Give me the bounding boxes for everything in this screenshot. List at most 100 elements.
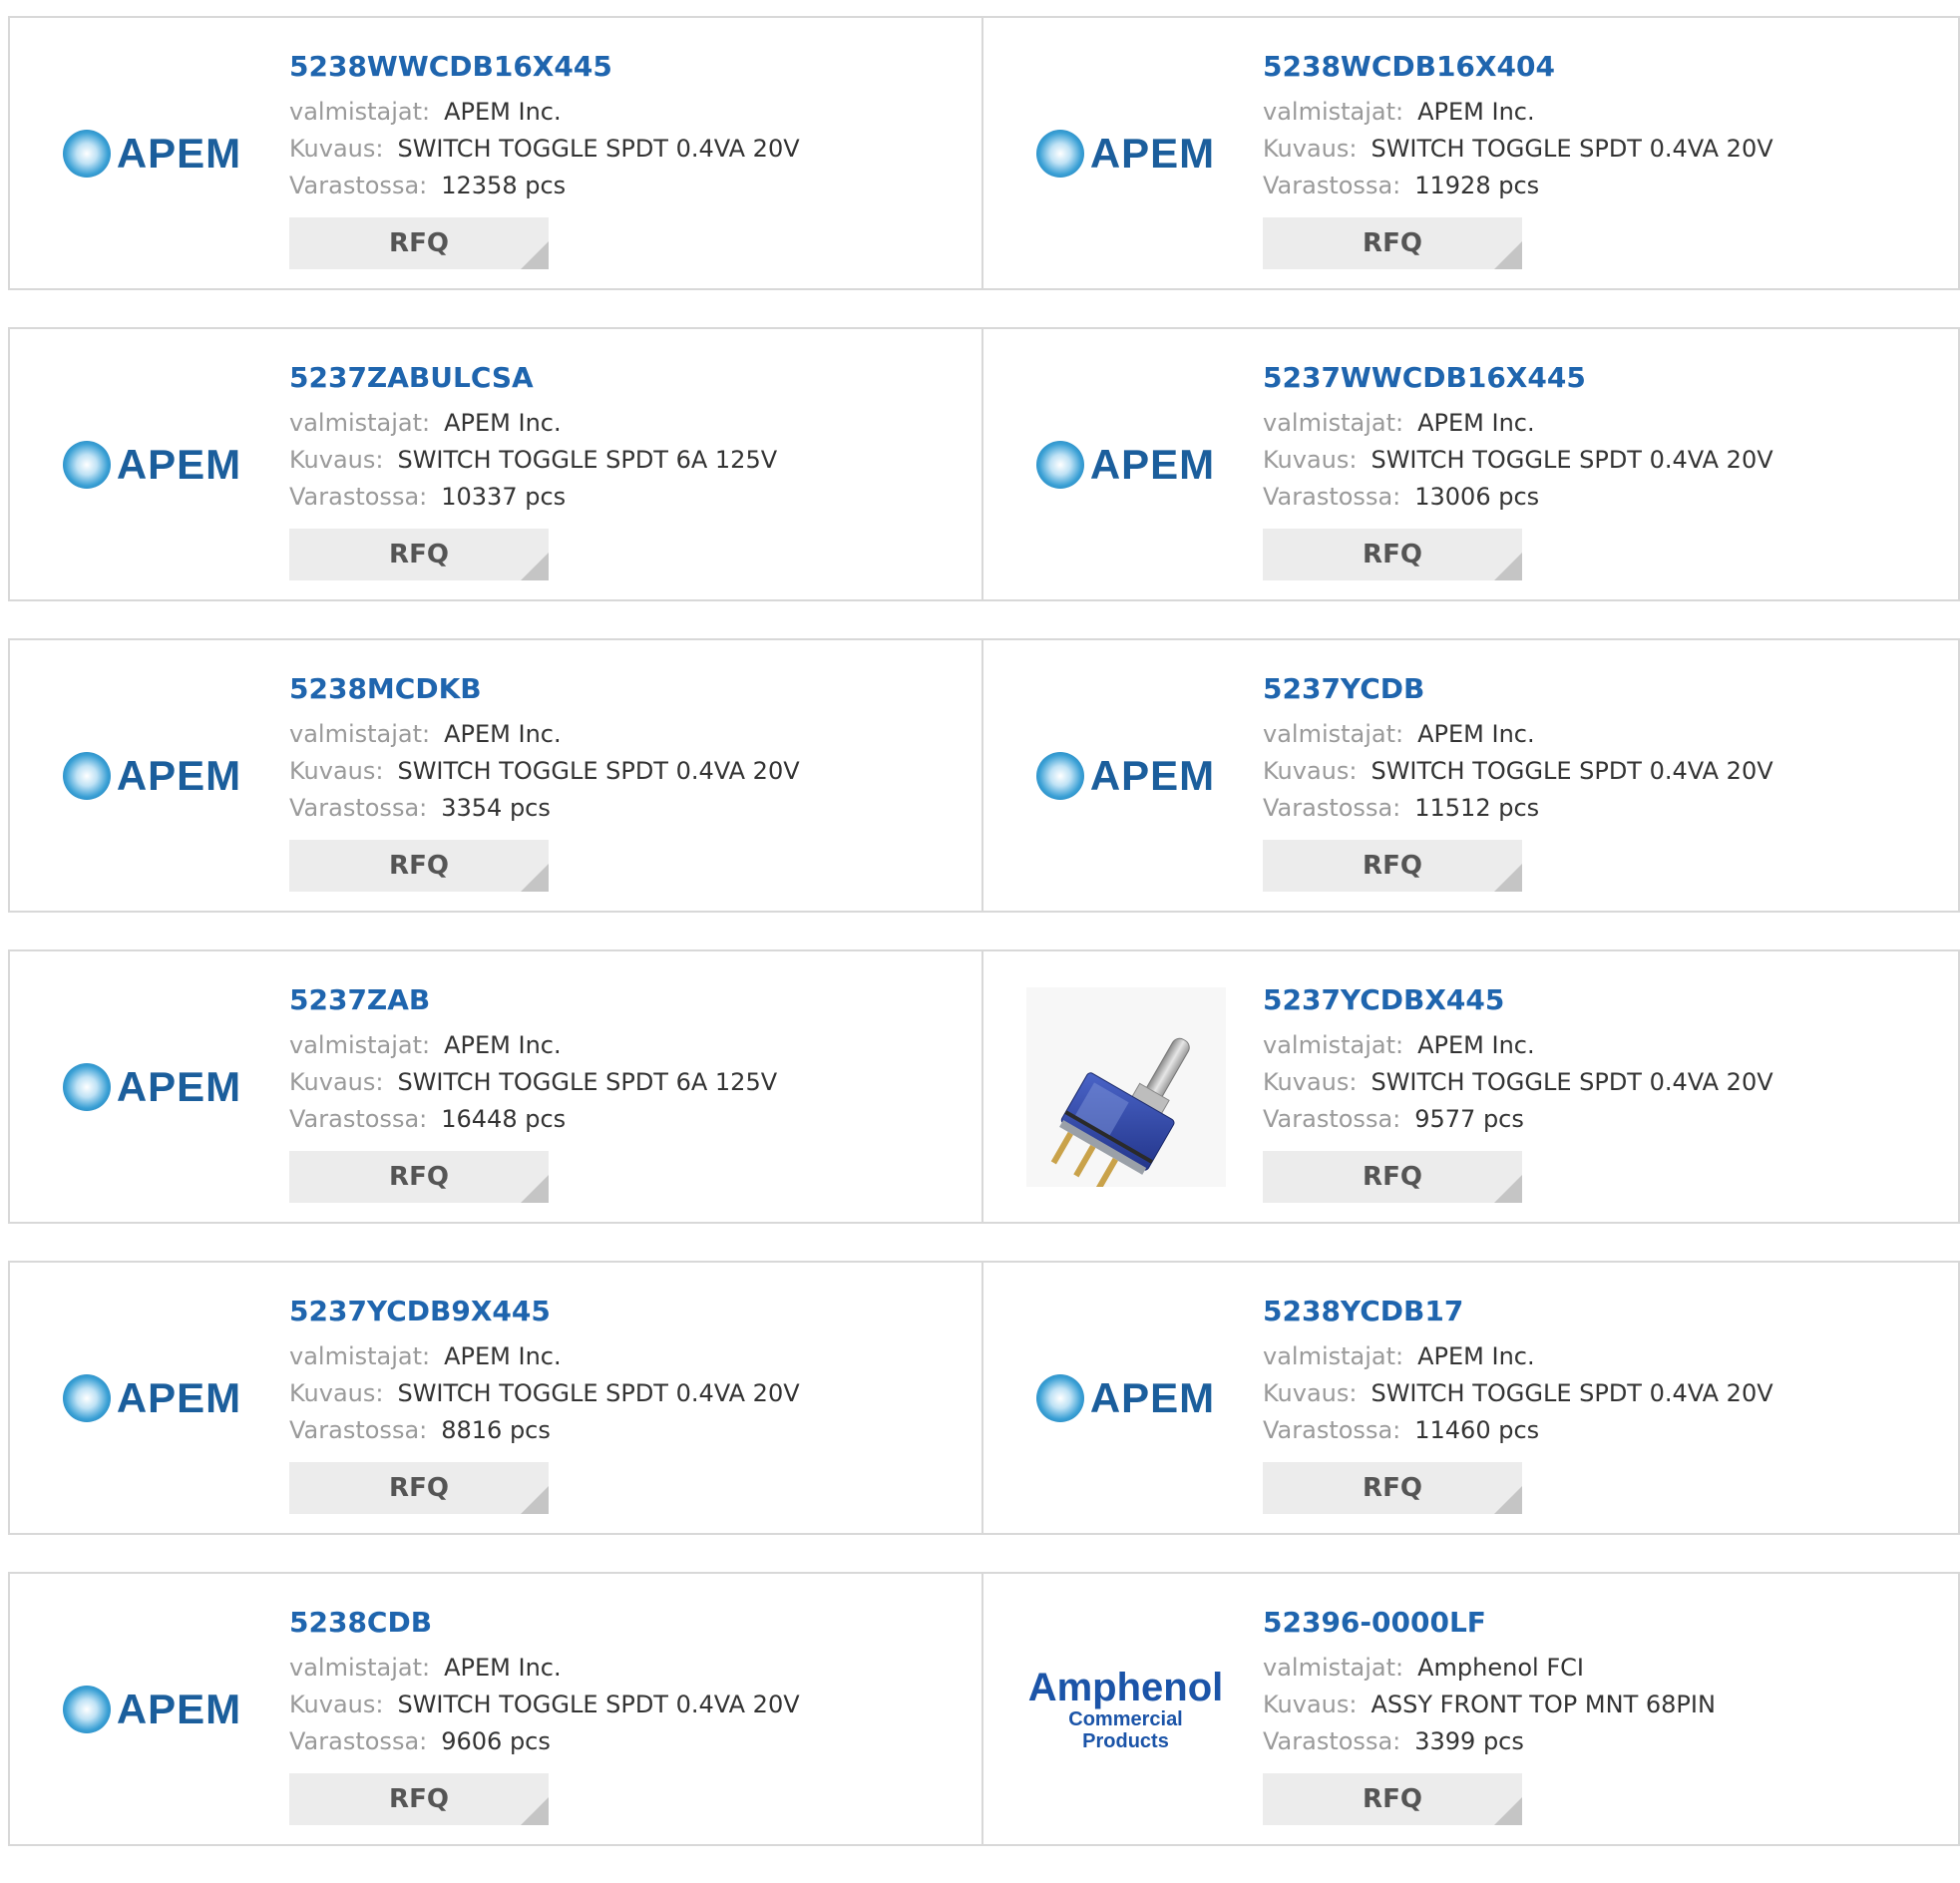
manufacturer-value: APEM Inc. — [444, 1031, 562, 1059]
stock-line: Varastossa: 9606 pcs — [289, 1727, 551, 1755]
description-value: SWITCH TOGGLE SPDT 0.4VA 20V — [1371, 446, 1773, 474]
part-number-link[interactable]: 5237YCDBX445 — [1263, 983, 1504, 1017]
product-card: APEM 5237ZAB valmistajat: APEM Inc. Kuvau… — [8, 949, 983, 1224]
description-line: Kuvaus: SWITCH TOGGLE SPDT 0.4VA 20V — [289, 757, 800, 785]
corner-triangle-icon — [521, 864, 549, 892]
manufacturer-value: APEM Inc. — [444, 1654, 562, 1682]
manufacturer-logo: APEM — [50, 640, 254, 911]
stock-value: 3399 pcs — [1414, 1727, 1524, 1755]
product-info: 5238MCDKB valmistajat: APEM Inc. Kuvaus: S… — [289, 672, 800, 827]
description-line: Kuvaus: SWITCH TOGGLE SPDT 0.4VA 20V — [289, 135, 800, 163]
product-card: APEM 5237ZABULCSA valmistajat: APEM Inc. … — [8, 327, 983, 601]
product-info: 5237YCDB9X445 valmistajat: APEM Inc. Kuva… — [289, 1295, 800, 1449]
manufacturer-line: valmistajat: APEM Inc. — [289, 409, 562, 437]
part-number-link[interactable]: 5238WCDB16X404 — [1263, 50, 1555, 84]
manufacturer-line: valmistajat: APEM Inc. — [289, 1031, 562, 1059]
part-number-link[interactable]: 5237YCDB9X445 — [289, 1295, 551, 1328]
description-line: Kuvaus: SWITCH TOGGLE SPDT 0.4VA 20V — [1263, 757, 1773, 785]
rfq-button[interactable]: RFQ — [1263, 840, 1522, 892]
product-info: 5237ZABULCSA valmistajat: APEM Inc. Kuvau… — [289, 361, 777, 516]
corner-triangle-icon — [521, 1486, 549, 1514]
corner-triangle-icon — [521, 1175, 549, 1203]
product-card: 5237YCDBX445 valmistajat: APEM Inc. Kuvau… — [983, 949, 1960, 1224]
rfq-button[interactable]: RFQ — [1263, 1151, 1522, 1203]
product-grid: APEM 5238WWCDB16X445 valmistajat: APEM In… — [8, 16, 1960, 1883]
manufacturer-value: APEM Inc. — [1417, 409, 1535, 437]
description-line: Kuvaus: ASSY FRONT TOP MNT 68PIN — [1263, 1691, 1716, 1718]
apem-logo-icon: APEM — [62, 440, 241, 489]
rfq-button[interactable]: RFQ — [289, 529, 549, 580]
apem-logo-icon: APEM — [62, 1062, 241, 1111]
description-line: Kuvaus: SWITCH TOGGLE SPDT 0.4VA 20V — [1263, 135, 1773, 163]
description-value: SWITCH TOGGLE SPDT 0.4VA 20V — [1371, 1068, 1773, 1096]
description-value: SWITCH TOGGLE SPDT 0.4VA 20V — [397, 1691, 800, 1718]
product-card: APEM 5237YCDB valmistajat: APEM Inc. Kuva… — [983, 638, 1960, 913]
part-number-link[interactable]: 5238MCDKB — [289, 672, 482, 706]
product-card: APEM 5238MCDKB valmistajat: APEM Inc. Kuv… — [8, 638, 983, 913]
rfq-button[interactable]: RFQ — [1263, 1462, 1522, 1514]
description-value: SWITCH TOGGLE SPDT 0.4VA 20V — [397, 1379, 800, 1407]
stock-line: Varastossa: 12358 pcs — [289, 172, 567, 199]
stock-value: 10337 pcs — [441, 483, 567, 511]
product-info: 5237WWCDB16X445 valmistajat: APEM Inc. Ku… — [1263, 361, 1773, 516]
rfq-button[interactable]: RFQ — [289, 1151, 549, 1203]
manufacturer-line: valmistajat: APEM Inc. — [1263, 98, 1535, 126]
rfq-button[interactable]: RFQ — [289, 840, 549, 892]
part-number-link[interactable]: 5237ZABULCSA — [289, 361, 534, 395]
description-value: ASSY FRONT TOP MNT 68PIN — [1371, 1691, 1716, 1718]
rfq-button[interactable]: RFQ — [289, 1462, 549, 1514]
manufacturer-logo: APEM — [50, 951, 254, 1222]
description-line: Kuvaus: SWITCH TOGGLE SPDT 0.4VA 20V — [1263, 446, 1773, 474]
description-value: SWITCH TOGGLE SPDT 0.4VA 20V — [397, 757, 800, 785]
apem-logo-icon: APEM — [62, 1373, 241, 1422]
part-number-link[interactable]: 5238CDB — [289, 1606, 432, 1640]
manufacturer-value: APEM Inc. — [444, 720, 562, 748]
product-row: APEM 5237YCDB9X445 valmistajat: APEM Inc.… — [8, 1261, 1960, 1535]
corner-triangle-icon — [521, 241, 549, 269]
part-number-link[interactable]: 5237WWCDB16X445 — [1263, 361, 1586, 395]
part-number-link[interactable]: 52396-0000LF — [1263, 1606, 1486, 1640]
corner-triangle-icon — [1494, 864, 1522, 892]
apem-logo-icon: APEM — [1035, 440, 1215, 489]
manufacturer-line: valmistajat: Amphenol FCI — [1263, 1654, 1584, 1682]
manufacturer-logo: APEM — [1023, 18, 1228, 288]
rfq-button[interactable]: RFQ — [1263, 1773, 1522, 1825]
part-number-link[interactable]: 5238WWCDB16X445 — [289, 50, 612, 84]
manufacturer-logo: APEM — [50, 329, 254, 599]
product-info: 5238WCDB16X404 valmistajat: APEM Inc. Kuv… — [1263, 50, 1773, 204]
corner-triangle-icon — [1494, 241, 1522, 269]
manufacturer-logo: APEM — [1023, 1263, 1228, 1533]
product-info: 5238WWCDB16X445 valmistajat: APEM Inc. Ku… — [289, 50, 800, 204]
description-value: SWITCH TOGGLE SPDT 6A 125V — [397, 446, 778, 474]
manufacturer-line: valmistajat: APEM Inc. — [289, 1654, 562, 1682]
manufacturer-line: valmistajat: APEM Inc. — [1263, 409, 1535, 437]
description-line: Kuvaus: SWITCH TOGGLE SPDT 0.4VA 20V — [289, 1379, 800, 1407]
rfq-button[interactable]: RFQ — [289, 1773, 549, 1825]
manufacturer-logo: APEM — [50, 1574, 254, 1844]
stock-line: Varastossa: 9577 pcs — [1263, 1105, 1524, 1133]
rfq-button[interactable]: RFQ — [289, 217, 549, 269]
stock-line: Varastossa: 11460 pcs — [1263, 1416, 1540, 1444]
rfq-button[interactable]: RFQ — [1263, 217, 1522, 269]
part-number-link[interactable]: 5237YCDB — [1263, 672, 1424, 706]
stock-value: 16448 pcs — [441, 1105, 567, 1133]
product-card: APEM 5237WWCDB16X445 valmistajat: APEM In… — [983, 327, 1960, 601]
stock-line: Varastossa: 13006 pcs — [1263, 483, 1540, 511]
part-number-link[interactable]: 5238YCDB17 — [1263, 1295, 1463, 1328]
stock-value: 11928 pcs — [1414, 172, 1540, 199]
product-info: 5237YCDBX445 valmistajat: APEM Inc. Kuvau… — [1263, 983, 1773, 1138]
corner-triangle-icon — [1494, 1175, 1522, 1203]
stock-line: Varastossa: 10337 pcs — [289, 483, 567, 511]
amphenol-logo-icon: Amphenol Commercial Products — [1027, 1665, 1224, 1752]
product-image — [1023, 951, 1228, 1222]
manufacturer-line: valmistajat: APEM Inc. — [1263, 720, 1535, 748]
stock-line: Varastossa: 11512 pcs — [1263, 794, 1540, 822]
description-line: Kuvaus: SWITCH TOGGLE SPDT 0.4VA 20V — [1263, 1379, 1773, 1407]
part-number-link[interactable]: 5237ZAB — [289, 983, 430, 1017]
description-value: SWITCH TOGGLE SPDT 0.4VA 20V — [1371, 757, 1773, 785]
manufacturer-logo: APEM — [1023, 640, 1228, 911]
manufacturer-logo: APEM — [50, 1263, 254, 1533]
product-row: APEM 5237ZAB valmistajat: APEM Inc. Kuvau… — [8, 949, 1960, 1224]
manufacturer-value: APEM Inc. — [1417, 98, 1535, 126]
rfq-button[interactable]: RFQ — [1263, 529, 1522, 580]
